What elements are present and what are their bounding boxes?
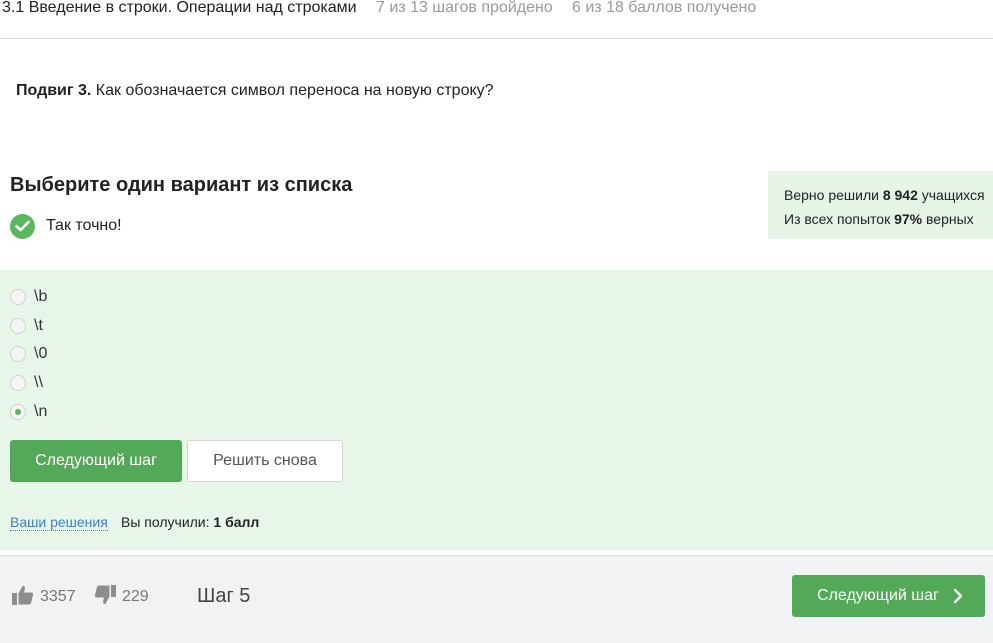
solved-stat: Верно решили 8 942 учащихся (784, 183, 993, 207)
feedback-text: Так точно! (46, 217, 122, 234)
option-label: \\ (34, 374, 43, 391)
received-score: Вы получили: 1 балл (121, 514, 259, 530)
option-label: \n (34, 403, 48, 420)
footer-next-label: Следующий шаг (817, 587, 939, 604)
radio-button[interactable] (10, 375, 26, 391)
lesson-title[interactable]: 3.1 Введение в строки. Операции над стро… (2, 0, 357, 17)
radio-button-selected[interactable] (10, 404, 26, 420)
next-step-button[interactable]: Следующий шаг (10, 440, 182, 482)
attempts-prefix: Из всех попыток (784, 211, 895, 227)
received-prefix: Вы получили: (121, 514, 214, 530)
score-progress: 6 из 18 баллов получено (572, 0, 757, 16)
thumbs-down-icon (94, 584, 116, 610)
stats-box: Верно решили 8 942 учащихся Из всех попы… (768, 171, 993, 239)
option-label: \t (34, 317, 43, 334)
solved-suffix: учащихся (917, 187, 985, 203)
attempts-suffix: верных (922, 211, 974, 227)
like-count: 3357 (40, 588, 76, 605)
thumbs-up-icon (12, 585, 34, 610)
option-2[interactable]: \0 (10, 344, 47, 364)
question-text: Подвиг 3. Как обозначается символ перено… (16, 82, 494, 100)
lesson-header: 3.1 Введение в строки. Операции над стро… (0, 0, 993, 39)
dislike-count: 229 (122, 588, 149, 605)
option-1[interactable]: \t (10, 316, 43, 336)
quiz-title: Выберите один вариант из списка (10, 174, 353, 196)
question-prefix: Подвиг 3. (16, 82, 92, 99)
steps-progress: 7 из 13 шагов пройдено (376, 0, 553, 16)
solved-prefix: Верно решили (784, 187, 883, 203)
retry-button[interactable]: Решить снова (187, 440, 343, 482)
check-icon (10, 213, 35, 239)
answers-panel (0, 270, 993, 550)
solved-count: 8 942 (882, 187, 918, 203)
option-label: \b (34, 288, 48, 305)
dislike-button[interactable]: 229 (94, 584, 149, 610)
step-label: Шаг 5 (197, 585, 251, 607)
your-solutions-link[interactable]: Ваши решения (10, 514, 108, 531)
option-4[interactable]: \n (10, 402, 47, 422)
option-3[interactable]: \\ (10, 373, 43, 393)
option-0[interactable]: \b (10, 287, 47, 307)
attempts-percent: 97% (894, 211, 923, 227)
lesson-step-page: 3.1 Введение в строки. Операции над стро… (0, 0, 993, 643)
radio-button[interactable] (10, 346, 26, 362)
attempts-stat: Из всех попыток 97% верных (784, 207, 993, 231)
feedback-row: Так точно! (10, 213, 122, 239)
question-body: Как обозначается символ переноса на нову… (91, 82, 494, 99)
like-button[interactable]: 3357 (12, 585, 76, 610)
footer-next-step-button[interactable]: Следующий шаг (792, 575, 985, 617)
radio-button[interactable] (10, 318, 26, 334)
option-label: \0 (34, 345, 48, 362)
radio-button[interactable] (10, 289, 26, 305)
received-value: 1 балл (213, 514, 260, 530)
chevron-right-icon (953, 588, 963, 609)
